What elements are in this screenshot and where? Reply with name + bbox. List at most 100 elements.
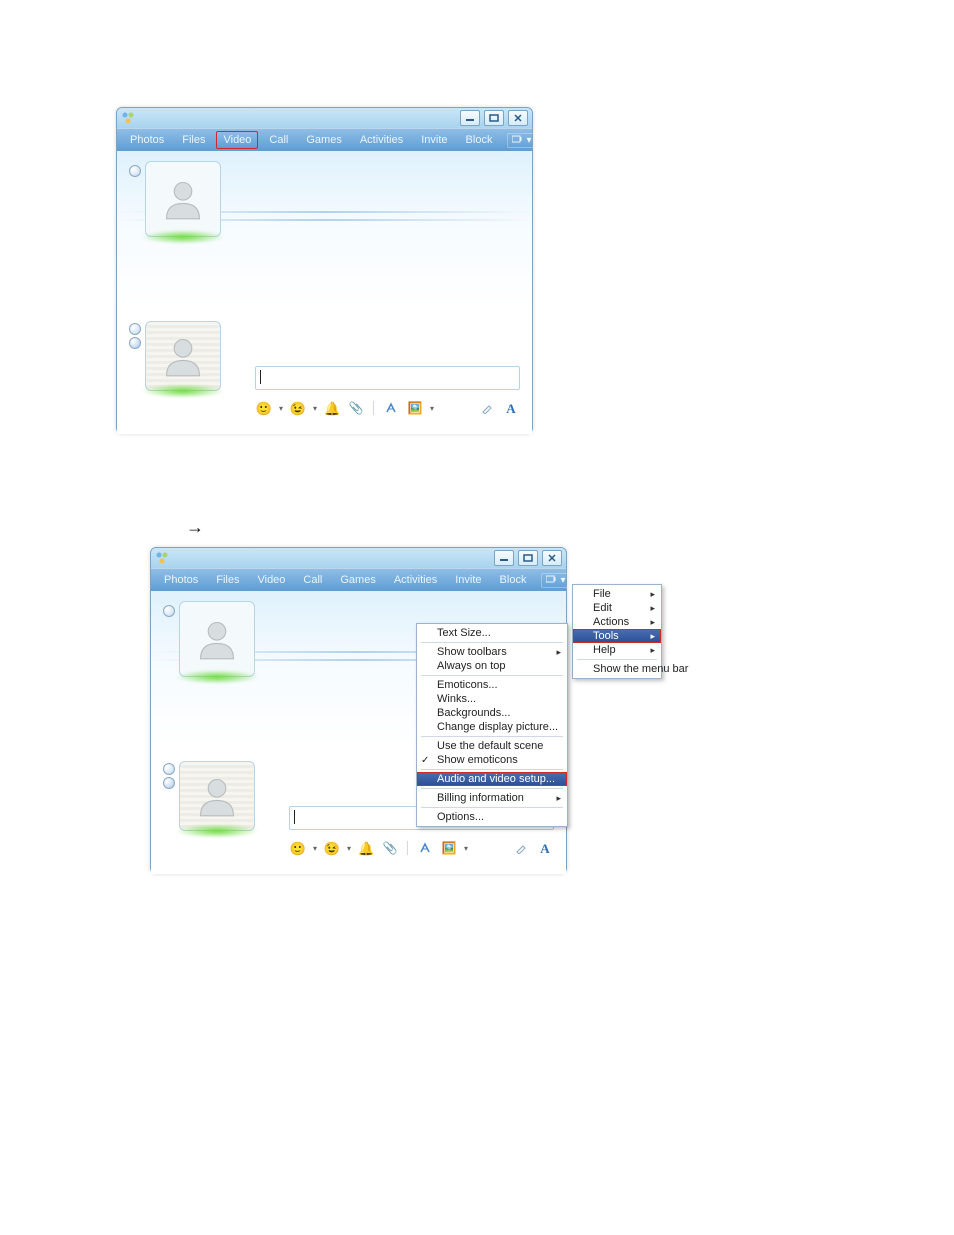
tools-options[interactable]: Options... — [417, 810, 567, 824]
submenu-arrow-icon: ▸ — [650, 617, 655, 628]
close-button[interactable] — [508, 110, 528, 126]
menu-activities[interactable]: Activities — [353, 131, 410, 149]
background-button[interactable]: 🖼️ — [440, 840, 458, 856]
chat-client-area: 🙂▾ 😉▾ 🔔 📎 🖼️▾ A — [117, 151, 532, 434]
submenu-arrow-icon: ▸ — [556, 793, 561, 804]
menu-show-menu-bar[interactable]: Show the menu bar — [573, 662, 661, 676]
nudge-button[interactable]: 🔔 — [357, 840, 375, 856]
text-caret — [260, 370, 261, 384]
menu-invite[interactable]: Invite — [448, 571, 488, 589]
menu-help[interactable]: Help▸ — [573, 643, 661, 657]
menu-separator — [577, 659, 657, 660]
menu-call[interactable]: Call — [262, 131, 295, 149]
minimize-button[interactable] — [460, 110, 480, 126]
emoticon-smile-button[interactable]: 🙂 — [255, 400, 273, 416]
voice-clip-button[interactable]: 📎 — [347, 400, 365, 416]
menu-overflow-button[interactable]: ▾ — [507, 133, 536, 148]
menu-edit[interactable]: Edit▸ — [573, 601, 661, 615]
titlebar — [117, 108, 532, 129]
tools-backgrounds[interactable]: Backgrounds... — [417, 706, 567, 720]
arrow-icon: → — [186, 517, 204, 538]
font-button[interactable]: A — [536, 840, 554, 856]
window-controls — [460, 110, 528, 126]
chevron-down-icon: ▾ — [347, 844, 351, 853]
menu-photos[interactable]: Photos — [123, 131, 171, 149]
tools-winks[interactable]: Winks... — [417, 692, 567, 706]
tools-submenu: Text Size... Show toolbars▸ Always on to… — [416, 623, 568, 827]
self-avatar[interactable] — [145, 321, 221, 391]
voice-clip-button[interactable]: 📎 — [381, 840, 399, 856]
menu-call[interactable]: Call — [296, 571, 329, 589]
menu-separator — [421, 769, 563, 770]
check-icon: ✓ — [421, 755, 429, 766]
font-color-button[interactable] — [416, 840, 434, 856]
close-button[interactable] — [542, 550, 562, 566]
app-icon — [155, 551, 169, 565]
expand-toggle-me[interactable] — [163, 763, 175, 775]
status-dot-me[interactable] — [129, 337, 141, 349]
contact-avatar[interactable] — [145, 161, 221, 237]
tools-billing-information[interactable]: Billing information▸ — [417, 791, 567, 805]
tools-use-default-scene[interactable]: Use the default scene — [417, 739, 567, 753]
buddy-icon — [161, 177, 205, 221]
submenu-arrow-icon: ▸ — [650, 603, 655, 614]
menubar: Photos Files Video Call Games Activities… — [151, 569, 566, 591]
font-color-button[interactable] — [382, 400, 400, 416]
menu-separator — [421, 788, 563, 789]
format-bar: 🙂▾ 😉▾ 🔔 📎 🖼️▾ A — [289, 838, 554, 858]
nudge-button[interactable]: 🔔 — [323, 400, 341, 416]
message-input[interactable] — [255, 366, 520, 390]
expand-toggle-me[interactable] — [129, 323, 141, 335]
menu-block[interactable]: Block — [493, 571, 534, 589]
submenu-arrow-icon: ▸ — [650, 631, 655, 642]
menu-video[interactable]: Video — [250, 571, 292, 589]
chevron-down-icon: ▾ — [560, 575, 565, 586]
minimize-button[interactable] — [494, 550, 514, 566]
tools-text-size[interactable]: Text Size... — [417, 626, 567, 640]
menu-actions[interactable]: Actions▸ — [573, 615, 661, 629]
menu-games[interactable]: Games — [333, 571, 382, 589]
handwriting-button[interactable] — [478, 400, 496, 416]
menu-video[interactable]: Video — [216, 131, 258, 149]
buddy-icon — [161, 334, 205, 378]
menu-photos[interactable]: Photos — [157, 571, 205, 589]
menu-block[interactable]: Block — [459, 131, 500, 149]
chevron-down-icon: ▾ — [464, 844, 468, 853]
msn-chat-window-2: Photos Files Video Call Games Activities… — [150, 547, 567, 874]
wink-button[interactable]: 😉 — [323, 840, 341, 856]
tools-audio-video-setup[interactable]: Audio and video setup... — [417, 772, 567, 786]
menu-games[interactable]: Games — [299, 131, 348, 149]
menu-files[interactable]: Files — [209, 571, 246, 589]
font-button[interactable]: A — [502, 400, 520, 416]
wink-button[interactable]: 😉 — [289, 400, 307, 416]
submenu-arrow-icon: ▸ — [650, 589, 655, 600]
background-button[interactable]: 🖼️ — [406, 400, 424, 416]
menu-overflow-button[interactable]: ▾ — [541, 573, 570, 588]
text-caret — [294, 810, 295, 824]
menu-tools[interactable]: Tools▸ — [573, 629, 661, 643]
menu-separator — [421, 736, 563, 737]
emoticon-smile-button[interactable]: 🙂 — [289, 840, 307, 856]
chevron-down-icon: ▾ — [430, 404, 434, 413]
maximize-button[interactable] — [484, 110, 504, 126]
menu-files[interactable]: Files — [175, 131, 212, 149]
menu-invite[interactable]: Invite — [414, 131, 454, 149]
tools-show-toolbars[interactable]: Show toolbars▸ — [417, 645, 567, 659]
contact-avatar[interactable] — [179, 601, 255, 677]
tools-show-emoticons[interactable]: ✓Show emoticons — [417, 753, 567, 767]
tools-always-on-top[interactable]: Always on top — [417, 659, 567, 673]
tools-change-display-picture[interactable]: Change display picture... — [417, 720, 567, 734]
self-avatar[interactable] — [179, 761, 255, 831]
menu-file[interactable]: File▸ — [573, 587, 661, 601]
expand-toggle-contact[interactable] — [163, 605, 175, 617]
maximize-button[interactable] — [518, 550, 538, 566]
tools-emoticons[interactable]: Emoticons... — [417, 678, 567, 692]
expand-toggle-contact[interactable] — [129, 165, 141, 177]
status-dot-me[interactable] — [163, 777, 175, 789]
chevron-down-icon: ▾ — [526, 135, 531, 146]
chevron-down-icon: ▾ — [313, 404, 317, 413]
menu-activities[interactable]: Activities — [387, 571, 444, 589]
handwriting-button[interactable] — [512, 840, 530, 856]
buddy-icon — [195, 774, 239, 818]
menu-separator — [421, 807, 563, 808]
